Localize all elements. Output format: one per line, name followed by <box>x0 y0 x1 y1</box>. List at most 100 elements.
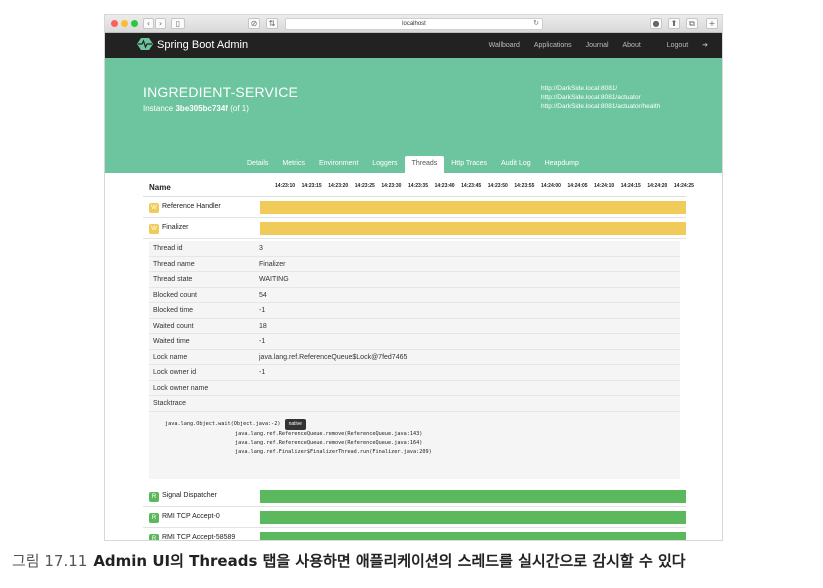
instance-urls: http://DarkSide.local:8081/ http://DarkS… <box>541 84 660 111</box>
zoom-window-button[interactable] <box>131 20 138 27</box>
timeline-tick: 14:23:55 <box>514 183 535 189</box>
detail-row: Blocked count 54 <box>149 288 680 303</box>
detail-value: -1 <box>259 338 266 345</box>
thread-detail-table: Thread id 3 Thread name Finalizer Thread sta… <box>149 241 680 412</box>
thread-row[interactable]: R Signal Dispatcher <box>143 486 686 507</box>
timeline-axis: 14:23:10 14:23:15 14:23:20 14:23:25 14:23:30… <box>275 183 701 189</box>
tab-http-traces[interactable]: Http Traces <box>444 156 494 173</box>
thread-row[interactable]: W Reference Handler <box>143 197 686 218</box>
forward-button[interactable]: › <box>155 18 166 29</box>
stack-frames: java.lang.ref.ReferenceQueue.remove(Refe… <box>165 430 432 457</box>
detail-key: Lock owner name <box>153 384 209 392</box>
thread-detail-panel: Thread id 3 Thread name Finalizer Thread sta… <box>149 241 680 479</box>
tab-heapdump[interactable]: Heapdump <box>538 156 586 173</box>
nav-wallboard[interactable]: Wallboard <box>489 42 520 49</box>
management-url[interactable]: http://DarkSide.local:8081/actuator <box>541 93 660 102</box>
tab-loggers[interactable]: Loggers <box>365 156 404 173</box>
reader-icon[interactable]: ⇅ <box>266 18 278 29</box>
instance-count: (of 1) <box>230 104 249 113</box>
stacktrace: java.lang.Object.wait(Object.java:-2) nat… <box>165 419 432 457</box>
privacy-icon[interactable]: ⊘ <box>248 18 260 29</box>
minimize-window-button[interactable] <box>121 20 128 27</box>
figure-caption: 그림 17.11 Admin UI의 Threads 탭을 사용하면 애플리케이션… <box>12 550 686 571</box>
native-badge: native <box>284 419 306 430</box>
share-icon[interactable]: ⬆ <box>668 18 680 29</box>
tab-metrics[interactable]: Metrics <box>275 156 312 173</box>
thread-timeline-bar <box>260 222 686 235</box>
detail-value: 54 <box>259 291 267 299</box>
nav-logout[interactable]: Logout ➔ <box>655 42 708 49</box>
detail-row: Lock name java.lang.ref.ReferenceQueue$Lo… <box>149 350 680 365</box>
threads-panel: Name 14:23:10 14:23:15 14:23:20 14:23:25 14:… <box>105 173 722 541</box>
extension-icon[interactable]: ● <box>650 18 662 29</box>
timeline-tick: 14:24:05 <box>567 183 588 189</box>
thread-state-badge: R <box>149 534 159 540</box>
instance-id: 3be305bc734f <box>175 104 228 113</box>
timeline-tick: 14:23:25 <box>354 183 375 189</box>
health-url[interactable]: http://DarkSide.local:8081/actuator/heal… <box>541 102 660 111</box>
detail-key: Thread name <box>153 260 195 268</box>
detail-row: Lock owner name <box>149 381 680 396</box>
stack-frame: java.lang.ref.Finalizer$FinalizerThread.… <box>235 449 432 455</box>
nav-about[interactable]: About <box>623 42 641 49</box>
detail-row: Waited count 18 <box>149 319 680 334</box>
detail-key: Thread id <box>153 245 183 252</box>
detail-row: Thread name Finalizer <box>149 257 680 272</box>
thread-list-bottom: R Signal Dispatcher R RMI TCP Accept-0 R RMI … <box>105 486 722 541</box>
sidebar-icon[interactable]: ▯ <box>171 18 185 29</box>
heartbeat-logo-icon <box>137 38 153 50</box>
url-text: localhost <box>402 21 426 27</box>
top-nav-links: Wallboard Applications Journal About Log… <box>477 41 708 49</box>
brand[interactable]: Spring Boot Admin <box>137 38 248 51</box>
thread-row[interactable]: W Finalizer <box>143 218 686 239</box>
service-url[interactable]: http://DarkSide.local:8081/ <box>541 84 660 93</box>
address-bar[interactable]: localhost ↻ <box>285 18 543 30</box>
nav-applications[interactable]: Applications <box>534 42 572 49</box>
thread-row[interactable]: R RMI TCP Accept-58589 <box>143 528 686 541</box>
thread-state-badge: R <box>149 492 159 502</box>
back-button[interactable]: ‹ <box>143 18 154 29</box>
timeline-tick: 14:23:35 <box>407 183 428 189</box>
tab-environment[interactable]: Environment <box>312 156 365 173</box>
tab-details[interactable]: Details <box>240 156 275 173</box>
detail-value: -1 <box>259 307 266 314</box>
detail-value: WAITING <box>259 276 289 283</box>
timeline-tick: 14:24:15 <box>620 183 641 189</box>
timeline-tick: 14:24:25 <box>673 183 694 189</box>
new-tab-button[interactable]: + <box>706 18 718 29</box>
browser-window: ‹ › ▯ ⊘ ⇅ localhost ↻ ● ⬆ ⧉ + Spring Boo… <box>104 14 723 541</box>
detail-key: Lock name <box>153 353 188 361</box>
thread-state-badge: R <box>149 513 159 523</box>
detail-value: java.lang.ref.ReferenceQueue$Lock@7fed74… <box>259 353 408 361</box>
detail-key: Blocked time <box>153 307 194 314</box>
close-window-button[interactable] <box>111 20 118 27</box>
tab-audit-log[interactable]: Audit Log <box>494 156 538 173</box>
detail-row: Blocked time -1 <box>149 303 680 319</box>
timeline-tick: 14:23:45 <box>461 183 482 189</box>
tab-threads[interactable]: Threads <box>404 156 445 173</box>
thread-timeline-bar <box>260 490 686 503</box>
instance-tabs: Details Metrics Environment Loggers Thre… <box>240 156 586 173</box>
reload-icon[interactable]: ↻ <box>533 19 539 29</box>
thread-row[interactable]: R RMI TCP Accept-0 <box>143 507 686 528</box>
stack-frame-text: java.lang.Object.wait(Object.java:-2) <box>165 421 281 427</box>
thread-name: Signal Dispatcher <box>162 492 217 499</box>
timeline-tick: 14:23:10 <box>275 183 296 189</box>
timeline-tick: 14:24:10 <box>594 183 615 189</box>
tabs-icon[interactable]: ⧉ <box>686 18 698 29</box>
timeline-tick: 14:23:15 <box>301 183 322 189</box>
detail-value: 18 <box>259 322 267 330</box>
detail-row: Stacktrace <box>149 396 680 412</box>
service-title: INGREDIENT-SERVICE <box>143 84 299 100</box>
detail-key: Stacktrace <box>153 400 187 407</box>
timeline-tick: 14:24:00 <box>540 183 561 189</box>
browser-toolbar: ‹ › ▯ ⊘ ⇅ localhost ↻ ● ⬆ ⧉ + <box>105 15 722 33</box>
detail-key: Blocked count <box>153 291 197 299</box>
detail-key: Lock owner id <box>153 369 197 376</box>
logout-label: Logout <box>666 42 689 49</box>
thread-name: RMI TCP Accept-58589 <box>162 534 236 541</box>
thread-name: Reference Handler <box>162 203 221 210</box>
detail-row: Waited time -1 <box>149 334 680 350</box>
nav-journal[interactable]: Journal <box>586 42 609 49</box>
detail-row: Thread id 3 <box>149 241 680 257</box>
